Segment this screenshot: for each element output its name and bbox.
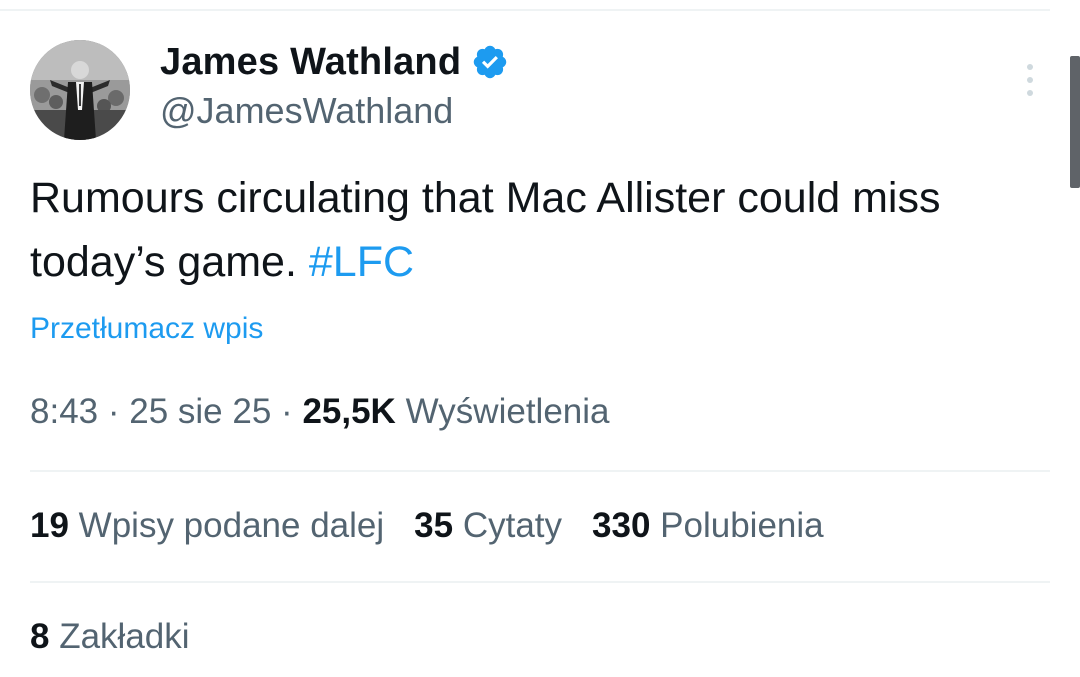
tweet-text: Rumours circulating that Mac Allister co… (30, 174, 941, 286)
avatar[interactable] (30, 40, 130, 140)
quotes-label: Cytaty (462, 506, 563, 545)
verified-badge-icon[interactable] (471, 43, 509, 81)
reposts-stat[interactable]: 19 Wpisy podane dalej (30, 506, 384, 546)
bookmarks-count: 8 (30, 617, 50, 656)
bookmarks-label: Zakładki (59, 617, 190, 656)
divider (30, 470, 1050, 472)
scrollbar[interactable] (1070, 56, 1080, 188)
reposts-label: Wpisy podane dalej (78, 506, 385, 545)
likes-label: Polubienia (660, 506, 824, 545)
profile-photo-icon (30, 40, 130, 140)
top-divider (0, 9, 1050, 11)
tweet-time[interactable]: 8:43 (30, 392, 98, 431)
quotes-stat[interactable]: 35 Cytaty (414, 506, 562, 546)
author-display-name[interactable]: James Wathland (160, 41, 461, 84)
tweet-body: Rumours circulating that Mac Allister co… (30, 166, 1030, 294)
translate-post-link[interactable]: Przetłumacz wpis (30, 312, 263, 346)
reposts-count: 19 (30, 506, 69, 545)
meta-separator: · (107, 392, 120, 431)
hashtag-link[interactable]: #LFC (309, 238, 414, 286)
tweet-detail-page: James Wathland @JamesWathland Rumours ci… (0, 0, 1080, 677)
author-handle[interactable]: @JamesWathland (160, 90, 509, 132)
engagement-stats: 19 Wpisy podane dalej 35 Cytaty 330 Polu… (30, 506, 824, 546)
more-vertical-icon[interactable] (1018, 62, 1042, 98)
divider (30, 581, 1050, 583)
likes-count: 330 (592, 506, 651, 545)
meta-separator: · (281, 392, 293, 431)
author-header: James Wathland @JamesWathland (160, 38, 509, 132)
tweet-date[interactable]: 25 sie 25 (129, 392, 271, 431)
views-count: 25,5K (302, 392, 396, 431)
likes-stat[interactable]: 330 Polubienia (592, 506, 824, 546)
views-label: Wyświetlenia (405, 392, 610, 431)
tweet-meta: 8:43 · 25 sie 25 · 25,5K Wyświetlenia (30, 392, 610, 432)
quotes-count: 35 (414, 506, 454, 545)
bookmarks-stat[interactable]: 8 Zakładki (30, 617, 190, 657)
name-row: James Wathland (160, 38, 509, 86)
